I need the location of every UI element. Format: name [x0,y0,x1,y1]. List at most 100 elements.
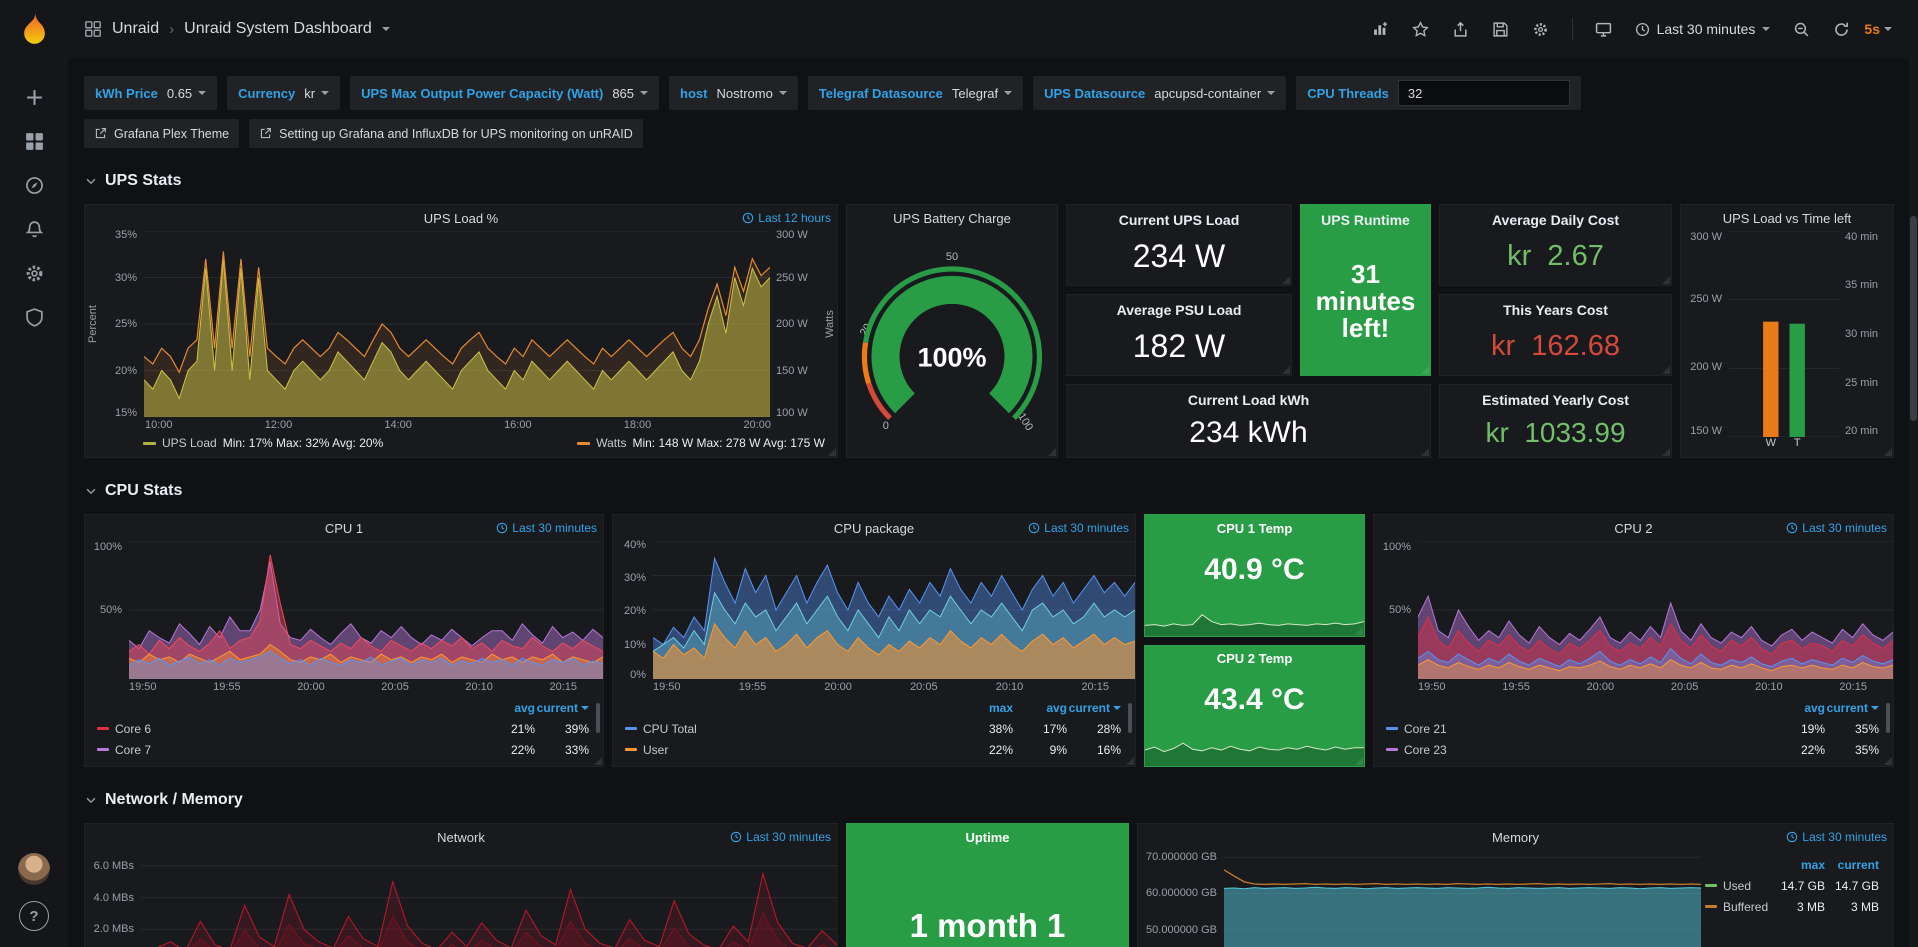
cpu2-chart[interactable] [1418,541,1893,679]
dashboards-icon[interactable] [11,119,57,163]
panel-time-range-link[interactable]: Last 30 minutes [1028,521,1129,535]
stat-title[interactable]: Current UPS Load [1067,205,1291,228]
legend-table: avg current Core 6 21% 39% Core 7 22% 33… [85,695,603,766]
cpu-package-chart[interactable] [653,541,1135,679]
stat-title[interactable]: This Years Cost [1440,295,1671,318]
breadcrumb-dashboard-title[interactable]: Unraid System Dashboard [184,20,372,38]
server-admin-shield-icon[interactable] [11,295,57,339]
dropdown-caret-icon [640,91,648,99]
variable-telegraf-datasource[interactable]: Telegraf Datasource Telegraf [808,76,1023,110]
panel-title[interactable]: Network [437,830,485,845]
zoom-out-icon[interactable] [1784,13,1818,45]
memory-chart[interactable] [1224,850,1701,947]
x-axis: W T [1729,437,1839,453]
ups-load-chart[interactable] [144,231,770,417]
series-name[interactable]: Used [1723,879,1751,893]
network-chart[interactable] [141,850,837,947]
breadcrumb-caret-icon[interactable] [382,27,390,35]
panel-time-range-link[interactable]: Last 12 hours [742,211,831,225]
panel-title[interactable]: UPS Battery Charge [893,211,1011,226]
ups-load-vs-time-chart[interactable] [1729,231,1839,437]
panel-title[interactable]: Memory [1492,830,1539,845]
dashboard-settings-gear-icon[interactable] [1524,13,1558,45]
series-name[interactable]: Core 6 [115,722,151,736]
panel-time-range-link[interactable]: Last 30 minutes [1786,830,1887,844]
variable-kwh-price[interactable]: kWh Price 0.65 [84,76,217,110]
stat-title[interactable]: Estimated Yearly Cost [1440,385,1671,408]
cycle-view-monitor-icon[interactable] [1587,13,1621,45]
legend-col-current[interactable]: current [1067,701,1121,715]
legend-col-avg[interactable]: avg [1013,701,1067,715]
refresh-interval-picker[interactable]: 5s [1864,13,1892,45]
create-plus-icon[interactable] [11,75,57,119]
section-cpu-stats[interactable]: CPU Stats [84,480,1894,502]
breadcrumb-separator: › [169,21,174,38]
alerting-bell-icon[interactable] [11,207,57,251]
panel-title[interactable]: CPU 1 [325,521,363,536]
panel-time-range-link[interactable]: Last 30 minutes [730,830,831,844]
legend-scrollbar[interactable] [1886,703,1890,733]
legend-col-current[interactable]: current [1825,858,1879,872]
variable-currency[interactable]: Currency kr [227,76,340,110]
legend-value: 35% [1825,743,1879,757]
add-panel-icon[interactable] [1364,13,1398,45]
explore-compass-icon[interactable] [11,163,57,207]
refresh-interval-caret-icon [1884,27,1892,35]
series-name[interactable]: CPU Total [643,722,697,736]
grafana-logo-icon[interactable] [13,9,55,51]
panel-title[interactable]: CPU 2 [1614,521,1652,536]
help-icon[interactable]: ? [19,901,49,931]
series-name[interactable]: Buffered [1723,900,1768,914]
panel-title[interactable]: CPU package [834,521,914,536]
variable-ups-datasource[interactable]: UPS Datasource apcupsd-container [1033,76,1286,110]
series-name[interactable]: User [643,743,668,757]
stat-title[interactable]: Average Daily Cost [1440,205,1671,228]
sort-caret-icon [581,706,589,714]
configuration-gear-icon[interactable] [11,251,57,295]
panel-time-range-link[interactable]: Last 30 minutes [496,521,597,535]
link-grafana-plex-theme[interactable]: Grafana Plex Theme [84,119,239,148]
legend-col-current[interactable]: current [535,701,589,715]
legend-col-max[interactable]: max [959,701,1013,715]
series-name[interactable]: Core 21 [1404,722,1447,736]
share-icon[interactable] [1444,13,1478,45]
save-icon[interactable] [1484,13,1518,45]
time-range-picker[interactable]: Last 30 minutes [1627,13,1779,45]
series-name[interactable]: UPS Load [162,436,217,450]
legend-col-avg[interactable]: avg [1771,701,1825,715]
legend-col-max[interactable]: max [1771,858,1825,872]
link-ups-monitoring-guide[interactable]: Setting up Grafana and InfluxDB for UPS … [249,119,643,148]
star-icon[interactable] [1404,13,1438,45]
breadcrumb-folder[interactable]: Unraid [112,20,159,38]
variable-cpu-threads: CPU Threads 32 [1296,76,1581,110]
panel-title[interactable]: UPS Load vs Time left [1723,211,1852,226]
legend-col-avg[interactable]: avg [481,701,535,715]
legend-scrollbar[interactable] [1128,703,1132,733]
series-name[interactable]: Core 23 [1404,743,1447,757]
page-scrollbar-thumb[interactable] [1910,216,1917,421]
stat-title[interactable]: UPS Runtime [1301,205,1430,228]
clock-icon [742,212,754,224]
panel-title[interactable]: CPU 2 Temp [1217,651,1293,666]
legend-col-current[interactable]: current [1825,701,1879,715]
variable-label: host [680,86,707,101]
legend-scrollbar[interactable] [596,703,600,733]
cpu1-chart[interactable] [129,541,603,679]
external-link-icon [94,127,107,140]
variable-ups-max-output[interactable]: UPS Max Output Power Capacity (Watt) 865 [350,76,659,110]
stat-title[interactable]: Average PSU Load [1067,295,1291,318]
refresh-icon[interactable] [1824,13,1858,45]
panel-title[interactable]: UPS Load % [424,211,498,226]
cpu-threads-input[interactable]: 32 [1398,80,1570,106]
section-ups-stats[interactable]: UPS Stats [84,170,1894,192]
section-network-memory[interactable]: Network / Memory [84,789,1894,811]
panel-title[interactable]: CPU 1 Temp [1217,521,1293,536]
stat-title[interactable]: Current Load kWh [1067,385,1430,408]
user-avatar[interactable] [18,853,50,885]
variable-host[interactable]: host Nostromo [669,76,798,110]
panel-time-range-link[interactable]: Last 30 minutes [1786,521,1887,535]
panel-title[interactable]: Uptime [965,830,1009,845]
series-name[interactable]: Watts [596,436,626,450]
y-tick: 100 W [776,407,808,419]
series-name[interactable]: Core 7 [115,743,151,757]
